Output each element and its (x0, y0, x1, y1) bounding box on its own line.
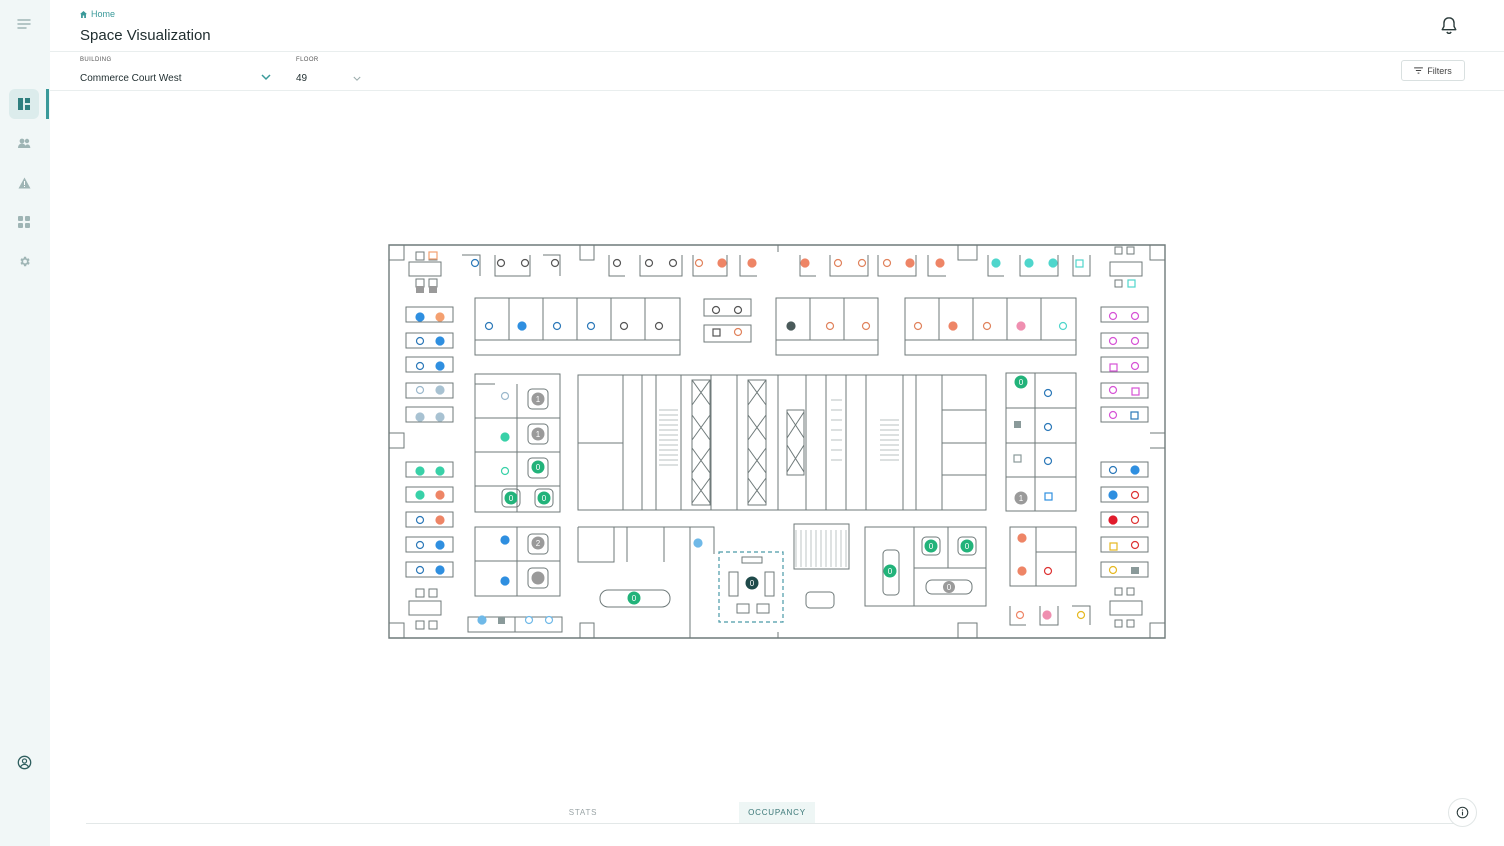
badge-value: 0 (965, 542, 970, 551)
gear-icon[interactable] (9, 246, 39, 276)
occupancy-badge[interactable]: 1 (1014, 491, 1028, 505)
building-label: BUILDING (80, 57, 112, 63)
breadcrumb-home[interactable]: Home (91, 9, 115, 19)
floor-label: FLOOR (296, 57, 319, 63)
filters-label: Filters (1427, 65, 1452, 76)
occupancy-badge[interactable]: 1 (531, 392, 545, 406)
badge-value: 0 (888, 567, 893, 576)
badge-value: 1 (536, 430, 541, 439)
active-indicator (46, 89, 49, 119)
occupancy-badge[interactable]: 0 (943, 581, 955, 593)
badge-value: 0 (536, 463, 541, 472)
occupancy-badge[interactable]: 0 (627, 591, 641, 605)
badge-value: 1 (1019, 494, 1024, 503)
home-icon (80, 10, 87, 18)
occupancy-badge[interactable]: 0 (537, 491, 551, 505)
building-select-value[interactable]: Commerce Court West (80, 73, 182, 84)
apps-icon[interactable] (9, 207, 39, 237)
floor-plan[interactable]: 1 1 0 0 0 2 0 0 0 0 0 0 0 1 (386, 240, 1168, 642)
filter-icon (1414, 67, 1424, 74)
occupancy-badge[interactable]: 0 (924, 539, 938, 553)
breadcrumb[interactable]: Home (80, 9, 115, 19)
floor-select-value[interactable]: 49 (296, 73, 307, 84)
occupancy-badge[interactable]: 0 (504, 491, 518, 505)
bell-icon[interactable] (1438, 15, 1460, 37)
toolbar-divider (50, 90, 1504, 91)
occupancy-badge[interactable]: 2 (531, 536, 545, 550)
filters-button[interactable]: Filters (1401, 60, 1465, 81)
header-divider (50, 51, 1504, 52)
badge-value: 0 (542, 494, 547, 503)
occupancy-badge[interactable] (531, 571, 545, 585)
warning-icon[interactable] (9, 168, 39, 198)
badge-value: 0 (632, 594, 637, 603)
chevron-down-icon[interactable] (353, 76, 361, 82)
occupancy-badge-selected[interactable]: 0 (745, 576, 759, 590)
badge-value: 0 (929, 542, 934, 551)
users-icon[interactable] (9, 128, 39, 158)
occupancy-badge[interactable]: 0 (1014, 375, 1028, 389)
badge-value: 0 (750, 579, 755, 588)
tab-occupancy[interactable]: OCCUPANCY (739, 802, 815, 823)
occupancy-badge[interactable]: 0 (883, 564, 897, 578)
info-icon[interactable] (1448, 798, 1477, 827)
dashboard-icon[interactable] (9, 89, 39, 119)
badge-value: 0 (1019, 378, 1024, 387)
badge-value: 1 (536, 395, 541, 404)
tab-stats[interactable]: STATS (545, 802, 621, 823)
menu-icon[interactable] (9, 9, 39, 39)
badge-value: 0 (947, 583, 952, 592)
sidebar (0, 0, 50, 846)
tabs-divider (86, 823, 1468, 824)
account-icon[interactable] (9, 747, 39, 777)
page-title: Space Visualization (80, 27, 211, 44)
occupancy-badge[interactable]: 1 (531, 427, 545, 441)
chevron-down-icon[interactable] (261, 74, 271, 81)
badge-value: 2 (536, 539, 541, 548)
occupancy-badge[interactable]: 0 (960, 539, 974, 553)
badge-value: 0 (509, 494, 514, 503)
occupancy-badge[interactable]: 0 (531, 460, 545, 474)
